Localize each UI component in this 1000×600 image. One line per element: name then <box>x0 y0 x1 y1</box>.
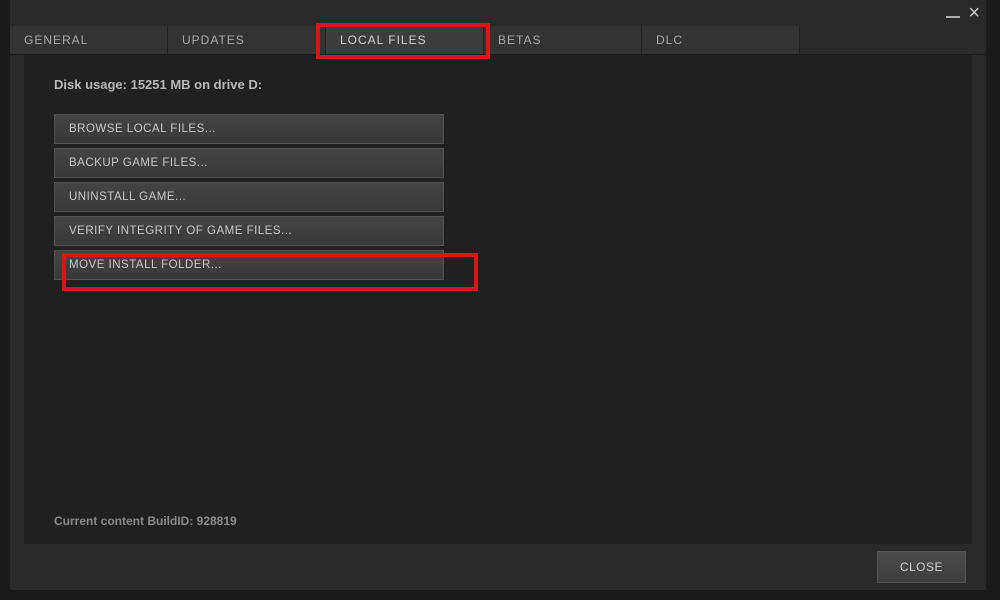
dialog-footer: CLOSE <box>24 544 972 590</box>
close-button[interactable]: CLOSE <box>877 551 966 583</box>
build-id-text: Current content BuildID: 928819 <box>54 514 237 528</box>
browse-local-files-button[interactable]: BROWSE LOCAL FILES... <box>54 114 444 144</box>
properties-window: × GENERAL UPDATES LOCAL FILES BETAS DLC … <box>10 0 986 590</box>
content-area: Disk usage: 15251 MB on drive D: BROWSE … <box>10 55 986 590</box>
tab-dlc[interactable]: DLC <box>642 26 800 54</box>
tab-general[interactable]: GENERAL <box>10 26 168 54</box>
tab-betas[interactable]: BETAS <box>484 26 642 54</box>
tab-local-files[interactable]: LOCAL FILES <box>326 26 484 54</box>
tab-updates[interactable]: UPDATES <box>168 26 326 54</box>
close-icon: × <box>968 3 980 23</box>
tab-bar: GENERAL UPDATES LOCAL FILES BETAS DLC <box>10 26 986 55</box>
disk-usage-text: Disk usage: 15251 MB on drive D: <box>54 77 942 92</box>
verify-integrity-button[interactable]: VERIFY INTEGRITY OF GAME FILES... <box>54 216 444 246</box>
move-install-folder-button[interactable]: MOVE INSTALL FOLDER... <box>54 250 444 280</box>
minimize-button[interactable] <box>946 8 960 18</box>
backup-game-files-button[interactable]: BACKUP GAME FILES... <box>54 148 444 178</box>
minimize-icon <box>946 16 960 18</box>
uninstall-game-button[interactable]: UNINSTALL GAME... <box>54 182 444 212</box>
close-window-button[interactable]: × <box>968 3 980 23</box>
local-files-panel: Disk usage: 15251 MB on drive D: BROWSE … <box>24 55 972 544</box>
titlebar: × <box>10 0 986 26</box>
